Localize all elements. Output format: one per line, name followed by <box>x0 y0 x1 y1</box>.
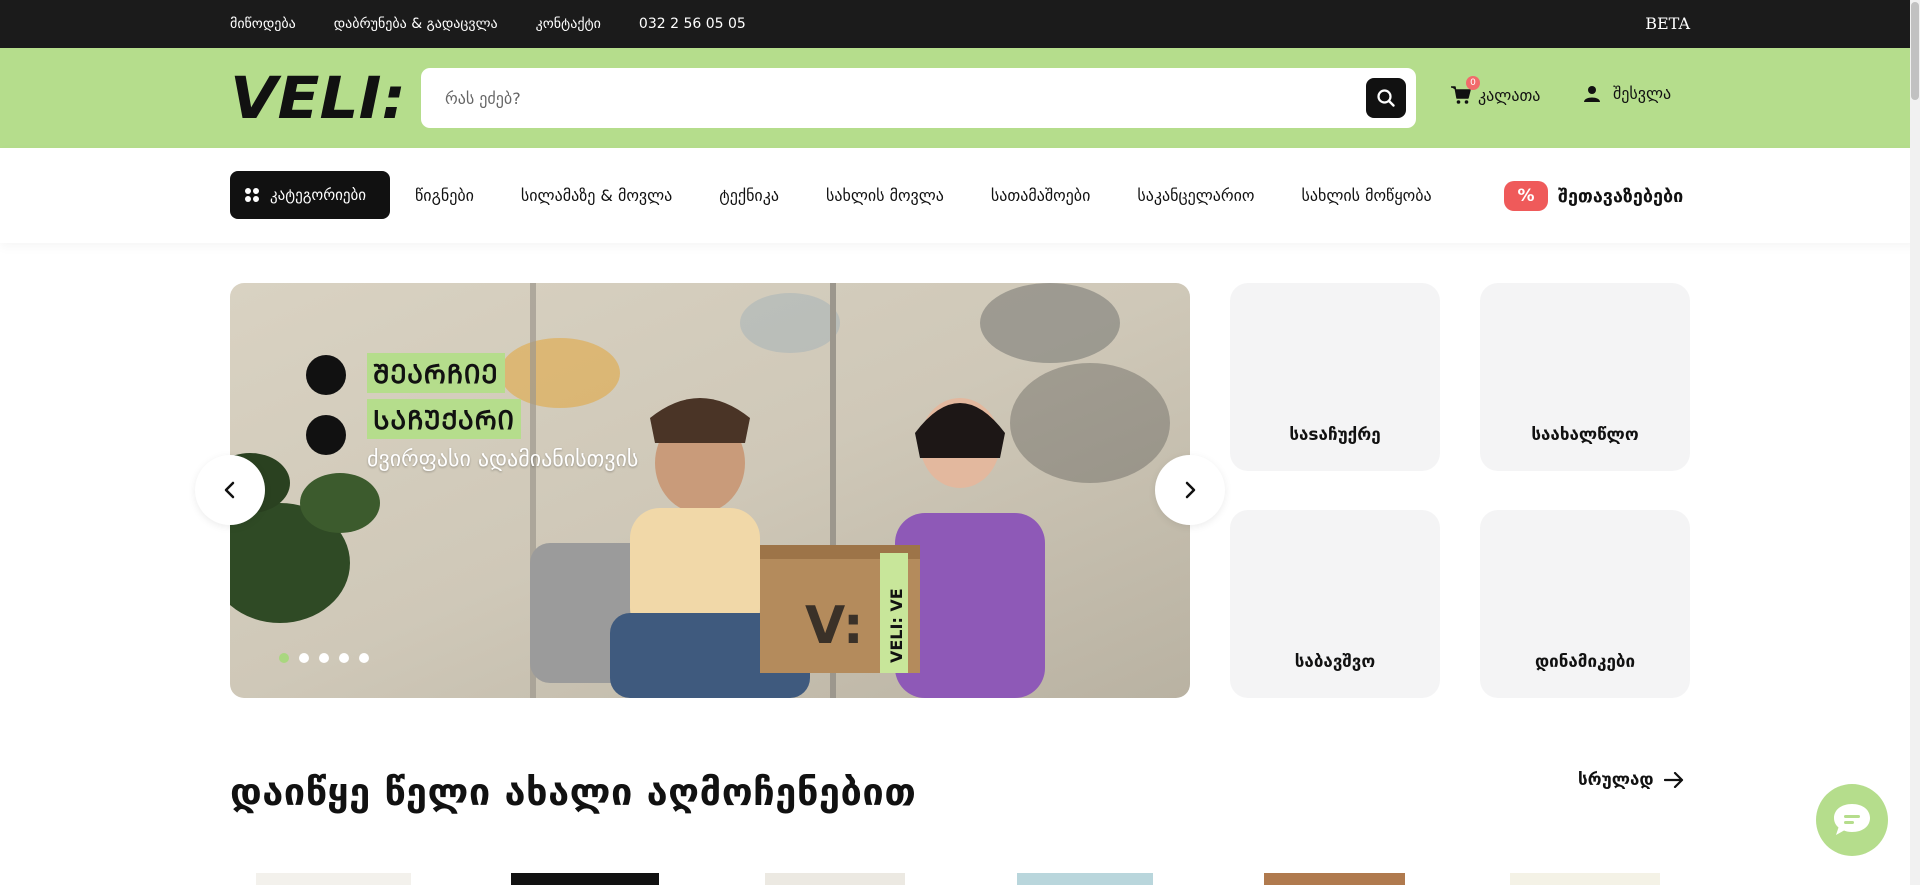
nav-item-books[interactable]: წიგნები <box>415 186 474 205</box>
scrollbar-thumb[interactable] <box>1911 2 1919 100</box>
nav-item-tech[interactable]: ტექნიკა <box>719 186 779 205</box>
category-links: წიგნები სილამაზე & მოვლა ტექნიკა სახლის … <box>415 171 1432 219</box>
hero-headline: ᲨᲔᲐᲠᲩᲘᲔ ᲡᲐᲩᲣᲥᲐᲠᲘ ძვირფასი ადამიანისთვის <box>367 353 638 472</box>
product-thumb[interactable] <box>765 873 905 885</box>
search-box <box>421 68 1416 128</box>
beta-label: BETA <box>1645 14 1690 33</box>
carousel-dot[interactable] <box>339 653 349 663</box>
chat-bubble-icon <box>1834 804 1870 835</box>
box-side-text: VELI: VE <box>887 588 906 663</box>
hero-title-line1: ᲨᲔᲐᲠᲩᲘᲔ <box>367 353 505 393</box>
hero-title-line2: ᲡᲐᲩᲣᲥᲐᲠᲘ <box>367 399 521 439</box>
chevron-left-icon <box>224 481 235 499</box>
carousel-dot[interactable] <box>279 653 289 663</box>
search-button[interactable] <box>1366 78 1406 118</box>
categories-button[interactable]: კატეგორიები <box>230 171 390 219</box>
chat-button[interactable] <box>1816 784 1888 856</box>
search-input[interactable] <box>445 68 1345 128</box>
carousel-dot[interactable] <box>299 653 309 663</box>
returns-link[interactable]: დაბრუნება & გადაცვლა <box>334 16 498 32</box>
phone-link[interactable]: 032 2 56 05 05 <box>639 16 746 32</box>
tile-speakers[interactable]: დინამიკები <box>1480 510 1690 698</box>
hero-carousel[interactable]: V: VELI: VE ᲨᲔᲐᲠᲩᲘᲔ ᲡᲐᲩᲣᲥᲐᲠᲘ ძვირფასი ად… <box>230 283 1190 698</box>
login-label: შესვლა <box>1613 84 1672 103</box>
top-bar: მიწოდება დაბრუნება & გადაცვლა კონტაქტი 0… <box>0 0 1920 48</box>
tile-label: დინამიკები <box>1534 652 1636 672</box>
cart-button[interactable]: 0 კალათა <box>1450 76 1541 106</box>
nav-item-home-care[interactable]: სახლის მოვლა <box>826 186 944 205</box>
product-thumb[interactable] <box>1510 873 1660 885</box>
tile-kids[interactable]: საბავშვო <box>1230 510 1440 698</box>
logo-text: VELI: <box>230 70 406 126</box>
nav-item-beauty[interactable]: სილამაზე & მოვლა <box>521 186 672 205</box>
nav-item-home-decor[interactable]: სახლის მოწყობა <box>1302 186 1432 205</box>
category-nav: კატეგორიები წიგნები სილამაზე & მოვლა ტექ… <box>0 148 1920 243</box>
delivery-link[interactable]: მიწოდება <box>230 16 296 32</box>
tile-new-year[interactable]: საახალწლო <box>1480 283 1690 471</box>
offers-link[interactable]: % შეთავაზებები <box>1504 181 1683 211</box>
product-thumb[interactable] <box>1264 873 1405 885</box>
product-thumb[interactable] <box>511 873 659 885</box>
section-title: დაიწყე წელი ახალი აღმოჩენებით <box>230 770 917 814</box>
carousel-dot[interactable] <box>359 653 369 663</box>
hero-image: V: VELI: VE <box>230 283 1190 698</box>
user-icon <box>1584 85 1600 102</box>
login-button[interactable]: შესვლა <box>1583 84 1671 103</box>
carousel-next-button[interactable] <box>1155 455 1225 525</box>
header: VELI: 0 კალათა შესვლა <box>0 48 1920 148</box>
top-links: მიწოდება დაბრუნება & გადაცვლა კონტაქტი 0… <box>230 0 746 48</box>
categories-label: კატეგორიები <box>270 186 367 204</box>
tile-label: საბავშვო <box>1294 652 1376 672</box>
cart-label: კალათა <box>1478 85 1541 105</box>
tile-gifts[interactable]: საsაჩუქრე <box>1230 283 1440 471</box>
grid-icon <box>245 188 259 202</box>
search-icon <box>1377 89 1395 107</box>
carousel-dots <box>279 653 369 663</box>
box-logo-text: V: <box>805 596 864 656</box>
product-thumb[interactable] <box>1017 873 1153 885</box>
contact-link[interactable]: კონტაქტი <box>536 16 601 32</box>
carousel-prev-button[interactable] <box>195 455 265 525</box>
see-all-label: სრულად <box>1578 770 1654 790</box>
product-thumb[interactable] <box>256 873 411 885</box>
nav-item-toys[interactable]: სათამაშოები <box>991 186 1090 205</box>
chevron-right-icon <box>1185 481 1196 499</box>
cart-count-badge: 0 <box>1466 76 1480 90</box>
offers-label: შეთავაზებები <box>1558 185 1684 207</box>
tile-label: საsაჩუქრე <box>1289 425 1381 445</box>
hero-subtitle: ძვირფასი ადამიანისთვის <box>367 447 639 472</box>
page-scrollbar[interactable] <box>1910 0 1920 885</box>
tile-label: საახალწლო <box>1531 425 1639 445</box>
cart-icon-wrap: 0 <box>1450 76 1480 106</box>
carousel-dot[interactable] <box>319 653 329 663</box>
veli-logo[interactable]: VELI: <box>230 70 406 126</box>
arrow-right-icon <box>1663 772 1683 788</box>
nav-item-stationery[interactable]: საკანცელარიო <box>1137 186 1254 205</box>
percent-badge: % <box>1504 181 1548 211</box>
see-all-link[interactable]: სრულად <box>1578 770 1684 790</box>
